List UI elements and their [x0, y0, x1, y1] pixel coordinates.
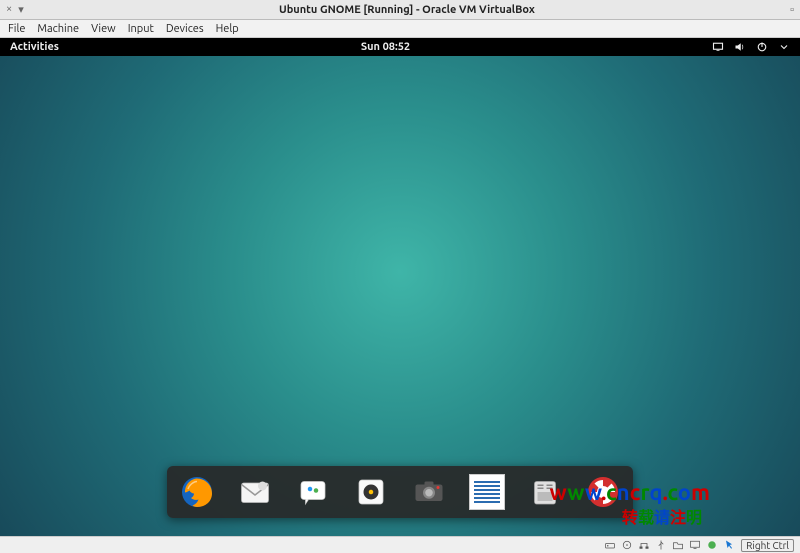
- host-menubar: File Machine View Input Devices Help: [0, 20, 800, 38]
- dock-firefox[interactable]: [177, 472, 217, 512]
- gnome-topbar: Activities Sun 08:52: [0, 38, 800, 56]
- menu-help[interactable]: Help: [216, 23, 239, 35]
- menu-devices[interactable]: Devices: [166, 23, 204, 35]
- menu-machine[interactable]: Machine: [37, 23, 79, 35]
- watermark-url: www.cncrq.com: [550, 480, 710, 506]
- chevron-down-icon[interactable]: [778, 41, 790, 53]
- volume-icon[interactable]: [734, 41, 746, 53]
- host-window-titlebar: × ▾ Ubuntu GNOME [Running] - Oracle VM V…: [0, 0, 800, 20]
- menu-file[interactable]: File: [8, 23, 25, 35]
- shared-folder-indicator-icon[interactable]: [671, 538, 685, 552]
- clock-label[interactable]: Sun 08:52: [59, 41, 712, 53]
- close-icon[interactable]: ×: [6, 3, 12, 16]
- optical-indicator-icon[interactable]: [620, 538, 634, 552]
- dock-libreoffice-writer[interactable]: [467, 472, 507, 512]
- recording-indicator-icon[interactable]: [705, 538, 719, 552]
- power-icon[interactable]: [756, 41, 768, 53]
- mouse-integration-icon[interactable]: [722, 538, 736, 552]
- hdd-indicator-icon[interactable]: [603, 538, 617, 552]
- host-statusbar: Right Ctrl: [0, 536, 800, 553]
- dock-rhythmbox-music[interactable]: [351, 472, 391, 512]
- screen-icon[interactable]: [712, 41, 724, 53]
- window-title: Ubuntu GNOME [Running] - Oracle VM Virtu…: [24, 4, 790, 16]
- network-indicator-icon[interactable]: [637, 538, 651, 552]
- watermark-note: 转载请注明: [622, 504, 702, 528]
- menu-input[interactable]: Input: [128, 23, 154, 35]
- dock-shotwell-photos[interactable]: [409, 472, 449, 512]
- usb-indicator-icon[interactable]: [654, 538, 668, 552]
- desktop-wallpaper[interactable]: www.cncrq.com 转载请注明: [0, 56, 800, 536]
- maximize-icon[interactable]: ▫: [790, 4, 794, 16]
- vm-viewport: Activities Sun 08:52: [0, 38, 800, 536]
- host-key-label[interactable]: Right Ctrl: [741, 539, 794, 552]
- dock-evolution-mail[interactable]: [235, 472, 275, 512]
- display-indicator-icon[interactable]: [688, 538, 702, 552]
- dock-empathy-chat[interactable]: [293, 472, 333, 512]
- menu-view[interactable]: View: [91, 23, 116, 35]
- activities-button[interactable]: Activities: [10, 41, 59, 53]
